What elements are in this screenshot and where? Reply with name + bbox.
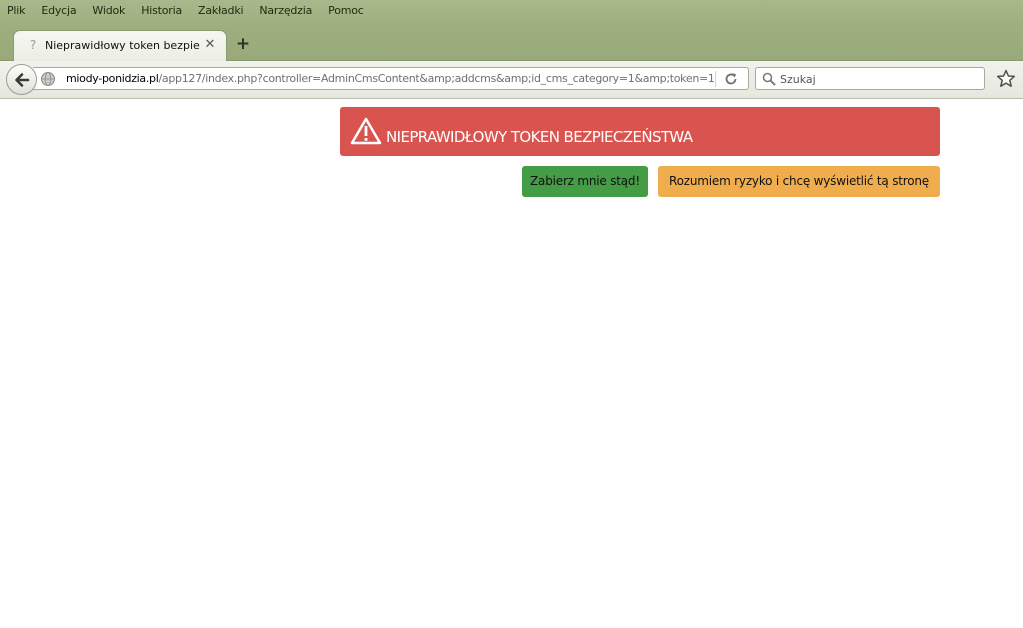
tab-active[interactable]: ? Nieprawidłowy token bezpiec… ✕: [13, 30, 227, 61]
menu-history[interactable]: Historia: [133, 2, 190, 20]
proceed-button[interactable]: Rozumiem ryzyko i chcę wyświetlić tą str…: [658, 166, 940, 197]
browser-chrome: Plik Edycja Widok Historia Zakładki Narz…: [0, 0, 1023, 61]
search-bar[interactable]: [755, 67, 985, 90]
tab-title: Nieprawidłowy token bezpiec…: [45, 39, 200, 52]
url-divider: [715, 71, 716, 87]
close-tab-icon[interactable]: ✕: [203, 37, 217, 53]
url-domain: miody-ponidzia.pl: [66, 72, 159, 85]
menu-edit[interactable]: Edycja: [33, 2, 84, 20]
menu-file[interactable]: Plik: [0, 2, 33, 20]
new-tab-icon[interactable]: +: [234, 35, 252, 53]
globe-icon[interactable]: [40, 71, 56, 87]
back-arrow-icon: [15, 73, 30, 87]
url-text[interactable]: miody-ponidzia.pl/app127/index.php?contr…: [66, 72, 716, 87]
menu-bar: Plik Edycja Widok Historia Zakładki Narz…: [0, 2, 372, 20]
reload-icon[interactable]: [723, 71, 739, 87]
url-bar[interactable]: miody-ponidzia.pl/app127/index.php?contr…: [33, 67, 749, 90]
leave-button[interactable]: Zabierz mnie stąd!: [522, 166, 648, 197]
menu-help[interactable]: Pomoc: [320, 2, 371, 20]
unknown-page-icon: ?: [29, 38, 37, 52]
security-alert: NIEPRAWIDŁOWY TOKEN BEZPIECZEŃSTWA: [340, 107, 940, 156]
search-icon: [762, 72, 776, 86]
tab-strip: ? Nieprawidłowy token bezpiec… ✕ +: [0, 30, 1023, 61]
back-button[interactable]: [6, 64, 37, 95]
warning-icon: [350, 117, 382, 145]
url-path: /app127/index.php?controller=AdminCmsCon…: [158, 72, 717, 85]
menu-view[interactable]: Widok: [84, 2, 133, 20]
alert-message: NIEPRAWIDŁOWY TOKEN BEZPIECZEŃSTWA: [386, 128, 693, 146]
navigation-toolbar: miody-ponidzia.pl/app127/index.php?contr…: [0, 61, 1023, 99]
search-input[interactable]: [780, 71, 980, 87]
menu-bookmarks[interactable]: Zakładki: [190, 2, 251, 20]
menu-tools[interactable]: Narzędzia: [251, 2, 320, 20]
bookmark-star-icon[interactable]: [996, 69, 1016, 89]
